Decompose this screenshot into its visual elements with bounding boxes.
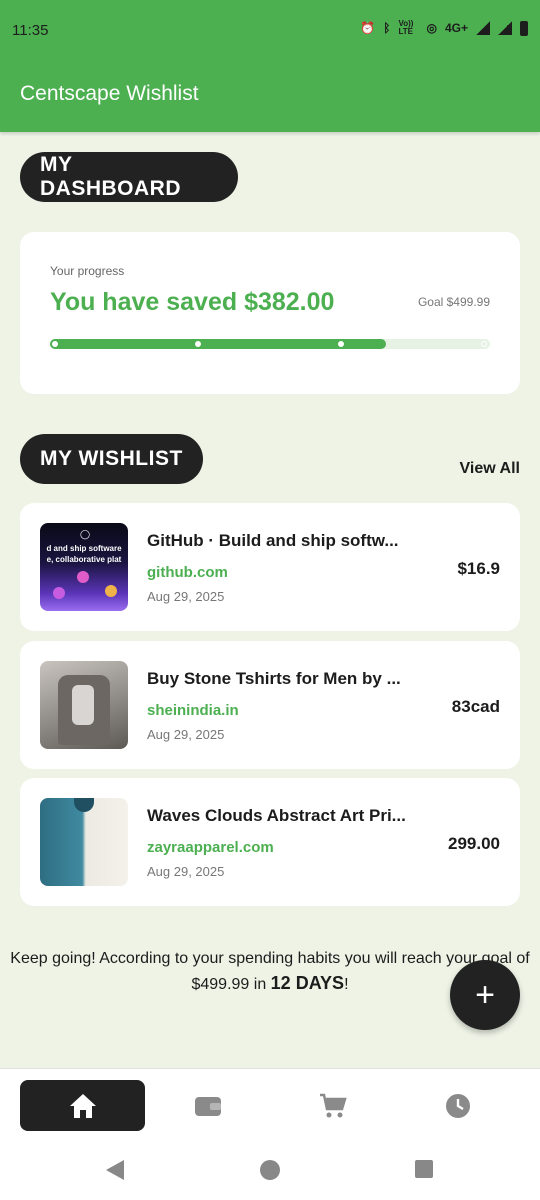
forecast-days: 12 DAYS	[270, 973, 345, 993]
signal-icon-2	[498, 21, 512, 35]
progress-tick	[195, 341, 201, 347]
wishlist-item[interactable]: Waves Clouds Abstract Art Pri... zayraap…	[20, 778, 520, 906]
thumb-decoration	[77, 571, 89, 583]
github-logo-icon: ◯	[80, 529, 91, 539]
item-price: 83cad	[451, 697, 500, 716]
home-circle-icon[interactable]	[259, 1159, 281, 1181]
progress-track	[50, 339, 490, 349]
status-bar: 11:35 ⏰ ᛒ Vo)) LTE ◎ 4G+	[0, 0, 540, 60]
nav-history[interactable]	[395, 1080, 520, 1131]
alarm-icon: ⏰	[360, 21, 376, 35]
item-date: Aug 29, 2025	[147, 864, 225, 879]
thumb-decoration	[53, 587, 65, 599]
forecast-text-end: !	[344, 976, 349, 993]
home-icon	[69, 1093, 96, 1118]
history-icon	[445, 1093, 470, 1118]
progress-label: Your progress	[50, 264, 125, 278]
progress-tick	[481, 341, 487, 347]
item-title: Buy Stone Tshirts for Men by ...	[147, 669, 401, 688]
item-site[interactable]: zayraapparel.com	[147, 839, 274, 856]
item-thumbnail: ◯ d and ship software e, collaborative p…	[40, 523, 128, 611]
progress-tick	[52, 341, 58, 347]
item-site[interactable]: github.com	[147, 564, 228, 581]
view-all-link[interactable]: View All	[460, 460, 520, 478]
back-icon[interactable]	[104, 1159, 126, 1181]
system-navigation	[0, 1142, 540, 1200]
item-date: Aug 29, 2025	[147, 589, 225, 604]
thumb-decoration	[105, 585, 117, 597]
cart-icon	[319, 1093, 347, 1117]
bluetooth-icon: ᛒ	[383, 21, 391, 35]
thumb-text: e, collaborative plat	[46, 555, 122, 564]
status-icons: ⏰ ᛒ Vo)) LTE ◎ 4G+	[360, 20, 528, 36]
progress-card: Your progress You have saved $382.00 Goa…	[20, 232, 520, 394]
item-thumbnail	[40, 798, 128, 886]
saved-amount: You have saved $382.00	[50, 288, 335, 316]
wallet-icon	[194, 1096, 221, 1116]
nav-home[interactable]	[20, 1080, 145, 1131]
wishlist-item[interactable]: ◯ d and ship software e, collaborative p…	[20, 503, 520, 631]
progress-fill	[50, 339, 387, 349]
signal-icon	[476, 21, 490, 35]
tshirt-print	[72, 685, 94, 725]
nav-cart[interactable]	[270, 1080, 395, 1131]
app-bar: Centscape Wishlist	[0, 60, 540, 132]
volte-icon: Vo)) LTE	[398, 19, 414, 36]
thumb-text: d and ship software	[46, 544, 122, 553]
wishlist-heading: MY WISHLIST	[20, 434, 203, 484]
status-time: 11:35	[12, 22, 49, 39]
item-price: $16.9	[457, 559, 500, 578]
item-date: Aug 29, 2025	[147, 727, 225, 742]
goal-amount: Goal $499.99	[417, 295, 490, 309]
dashboard-heading: MY DASHBOARD	[20, 152, 238, 202]
plus-icon: +	[475, 975, 495, 1014]
shirt-collar	[74, 798, 94, 812]
recents-icon[interactable]	[414, 1159, 434, 1179]
wishlist-item[interactable]: Buy Stone Tshirts for Men by ... sheinin…	[20, 641, 520, 769]
hotspot-icon: ◎	[426, 21, 437, 35]
nav-wallet[interactable]	[145, 1080, 270, 1131]
item-site[interactable]: sheinindia.in	[147, 702, 239, 719]
signal-4g-icon: 4G+	[444, 21, 468, 35]
bottom-navigation	[0, 1068, 540, 1142]
item-title: Waves Clouds Abstract Art Pri...	[147, 806, 406, 825]
item-thumbnail	[40, 661, 128, 749]
item-price: 299.00	[448, 834, 500, 853]
battery-icon	[520, 20, 528, 36]
add-item-button[interactable]: +	[450, 960, 520, 1030]
item-title: GitHub · Build and ship softw...	[147, 531, 399, 550]
progress-tick	[338, 341, 344, 347]
app-title: Centscape Wishlist	[20, 82, 199, 105]
